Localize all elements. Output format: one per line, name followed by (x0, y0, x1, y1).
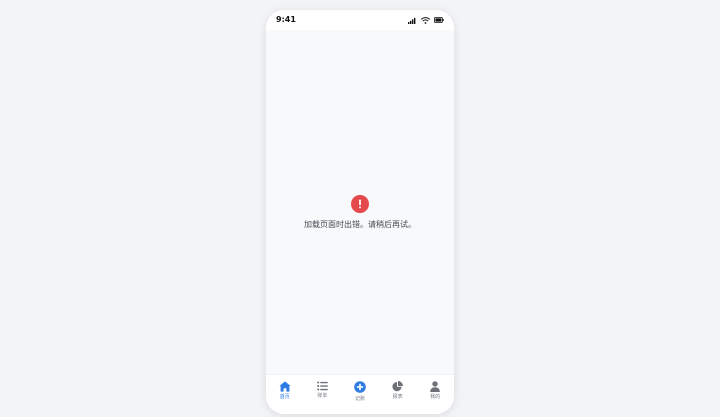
user-icon (430, 381, 440, 392)
bottom-tab-bar: 首页 账单 记账 报表 我的 (266, 374, 454, 414)
tab-label: 账单 (317, 393, 328, 399)
home-icon (279, 381, 291, 392)
list-icon (317, 381, 328, 391)
tab-label: 首页 (279, 394, 290, 400)
add-circle-icon (354, 381, 366, 393)
tab-label: 报表 (392, 394, 403, 400)
error-message: 加载页面时出错。请稍后再试。 (304, 220, 416, 229)
tab-reports[interactable]: 报表 (379, 375, 417, 414)
tab-profile[interactable]: 我的 (416, 375, 454, 414)
tab-bills[interactable]: 账单 (304, 375, 342, 414)
battery-icon (434, 17, 444, 23)
status-bar: 9:41 (266, 10, 454, 30)
tab-add-record[interactable]: 记账 (341, 375, 379, 414)
error-state: 加载页面时出错。请稍后再试。 (266, 195, 454, 231)
tab-label: 记账 (354, 396, 365, 402)
signal-icon (408, 17, 417, 24)
phone-frame: 9:41 加载页面时出错。请稍后再试。 首页 账单 记账 报表 我的 (266, 10, 454, 414)
pie-chart-icon (392, 381, 404, 392)
wifi-icon (421, 16, 430, 24)
tab-label: 我的 (430, 394, 441, 400)
status-time: 9:41 (276, 15, 296, 24)
tab-home[interactable]: 首页 (266, 375, 304, 414)
status-icons (408, 15, 444, 25)
error-exclamation-icon (351, 195, 369, 213)
main-content: 加载页面时出错。请稍后再试。 (266, 30, 454, 374)
